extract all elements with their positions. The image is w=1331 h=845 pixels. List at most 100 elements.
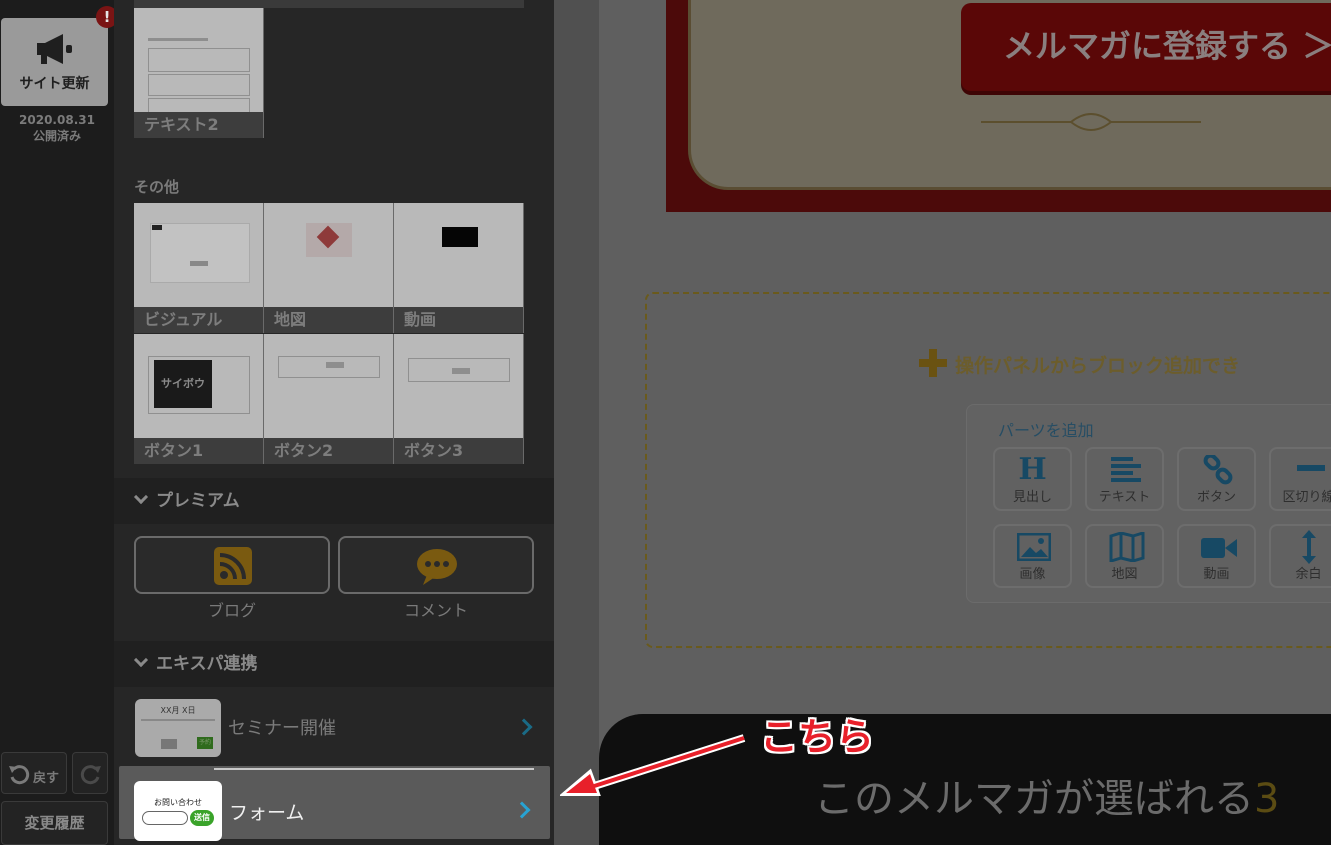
part-video-button[interactable]: 動画 (1177, 524, 1256, 588)
divider-icon (1297, 465, 1325, 471)
megaphone-icon (37, 34, 72, 64)
row-divider (214, 768, 534, 770)
expa-item-seminar[interactable]: XX月 X日 予約 セミナー開催 (134, 697, 550, 769)
speech-bubble-icon (417, 549, 457, 585)
subscribe-cta-button[interactable]: メルマガに登録する ＞ (961, 3, 1331, 91)
add-block-message: 操作パネルからブロック追加でき (919, 344, 1240, 378)
tile-thumbnail (264, 203, 393, 307)
part-label: 区切り線 (1282, 490, 1331, 505)
redo-button[interactable] (72, 752, 108, 794)
tile-button3[interactable]: ボタン3 (394, 334, 524, 464)
section-premium-title: プレミアム (156, 491, 240, 511)
tile-label: ボタン3 (394, 438, 523, 464)
video-icon (1201, 538, 1237, 558)
part-divider-button[interactable]: 区切り線 (1269, 447, 1331, 511)
form-thumb-button: 送信 (190, 810, 214, 826)
seminar-label: セミナー開催 (228, 718, 336, 739)
button1-thumb-text: サイボウ (154, 360, 212, 408)
part-label: テキスト (1098, 490, 1151, 505)
seminar-thumb-title: XX月 X日 (160, 706, 196, 715)
publish-date: 2020.08.31 (19, 113, 95, 127)
tile-thumbnail (134, 8, 263, 112)
section-other-heading: その他 (134, 178, 180, 196)
premium-comment-label: コメント (403, 601, 468, 620)
chevron-right-icon (513, 801, 531, 819)
tile-text2[interactable]: テキスト2 (134, 8, 264, 138)
tile-label: ボタン1 (134, 438, 263, 464)
image-icon (1017, 533, 1051, 561)
app-root: サイト更新 ! 2020.08.31 公開済み 戻す 変更履歴 テキスト2 その… (0, 0, 1331, 845)
tile-video[interactable]: 動画 (394, 203, 524, 333)
chevron-down-icon (133, 652, 149, 668)
tile-label: 地図 (264, 307, 393, 333)
bottom-heading: このメルマガが選ばれる3 (814, 766, 1279, 824)
tile-label: ビジュアル (134, 307, 263, 333)
add-block-text: 操作パネルからブロック追加でき (955, 355, 1241, 377)
tile-label: 動画 (394, 307, 523, 333)
part-label: 見出し (1012, 490, 1052, 505)
publish-info: 2020.08.31 公開済み (0, 112, 114, 144)
left-rail: サイト更新 ! 2020.08.31 公開済み 戻す 変更履歴 (0, 0, 118, 845)
tile-button1[interactable]: サイボウ ボタン1 (134, 334, 264, 464)
section-expa-header[interactable]: エキスパ連携 (114, 641, 554, 687)
part-button-button[interactable]: ボタン (1177, 447, 1256, 511)
part-image-button[interactable]: 画像 (993, 524, 1072, 588)
form-label: フォーム (229, 802, 305, 824)
publish-status: 公開済み (32, 129, 81, 143)
annotation-arrow-icon (560, 734, 746, 796)
annotation-label: こちら (760, 715, 875, 759)
section-expa-title: エキスパ連携 (156, 654, 258, 674)
form-thumb-title: お問い合わせ (154, 798, 202, 807)
bottom-heading-text: このメルマガが選ばれる (814, 776, 1254, 822)
tile-visual[interactable]: ビジュアル (134, 203, 264, 333)
chevron-right-icon (515, 718, 533, 736)
redo-icon (80, 765, 101, 785)
tile-thumbnail (264, 334, 393, 438)
premium-comment-card[interactable] (338, 536, 534, 594)
ornament-icon (981, 113, 1201, 131)
parts-title: パーツを追加 (998, 421, 1094, 440)
bottom-heading-accent: 3 (1254, 776, 1280, 822)
tile-thumbnail (394, 203, 523, 307)
page-canvas: メルマガに登録する ＞ 操作パネルからブロック追加でき パーツを追加 H 見出し… (599, 0, 1331, 845)
part-label: 画像 (1019, 567, 1046, 582)
text-lines-icon (1111, 457, 1141, 482)
block-panel: テキスト2 その他 ビジュアル 地図 動画 サイボウ ボタン1 ボタン2 ボタン… (114, 0, 554, 845)
tile-map[interactable]: 地図 (264, 203, 394, 333)
part-label: 動画 (1203, 567, 1230, 582)
seminar-thumbnail: XX月 X日 予約 (135, 699, 221, 757)
part-label: 余白 (1295, 567, 1322, 582)
map-icon (1109, 532, 1145, 562)
tile-thumbnail (394, 334, 523, 438)
link-icon (1203, 455, 1233, 485)
tile-thumbnail (134, 203, 263, 307)
history-button[interactable]: 変更履歴 (1, 801, 108, 845)
publish-site-button[interactable]: サイト更新 (1, 18, 108, 106)
part-label: 地図 (1111, 567, 1138, 582)
form-thumbnail: お問い合わせ 送信 (134, 781, 222, 841)
tile-thumbnail: サイボウ (134, 334, 263, 438)
tile-label: テキスト2 (134, 112, 263, 138)
chevron-down-icon (133, 489, 149, 505)
plus-icon (919, 349, 947, 377)
section-premium-header[interactable]: プレミアム (114, 478, 554, 524)
expa-item-form[interactable]: お問い合わせ 送信 フォーム (119, 766, 550, 841)
part-map-button[interactable]: 地図 (1085, 524, 1164, 588)
undo-icon (9, 765, 30, 785)
undo-button[interactable]: 戻す (1, 752, 67, 794)
rss-icon (214, 547, 252, 585)
part-label: ボタン (1196, 490, 1236, 505)
tile-button2[interactable]: ボタン2 (264, 334, 394, 464)
publish-label: サイト更新 (19, 76, 90, 92)
premium-blog-card[interactable] (134, 536, 330, 594)
part-heading-button[interactable]: H 見出し (993, 447, 1072, 511)
panel-scroll-gutter (554, 0, 599, 845)
undo-label: 戻す (33, 771, 60, 786)
part-text-button[interactable]: テキスト (1085, 447, 1164, 511)
vertical-space-icon (1302, 530, 1316, 564)
seminar-thumb-button: 予約 (197, 737, 213, 749)
tile-row-top-edge (134, 0, 524, 8)
part-space-button[interactable]: 余白 (1269, 524, 1331, 588)
heading-icon: H (1018, 452, 1047, 487)
tile-label: ボタン2 (264, 438, 393, 464)
